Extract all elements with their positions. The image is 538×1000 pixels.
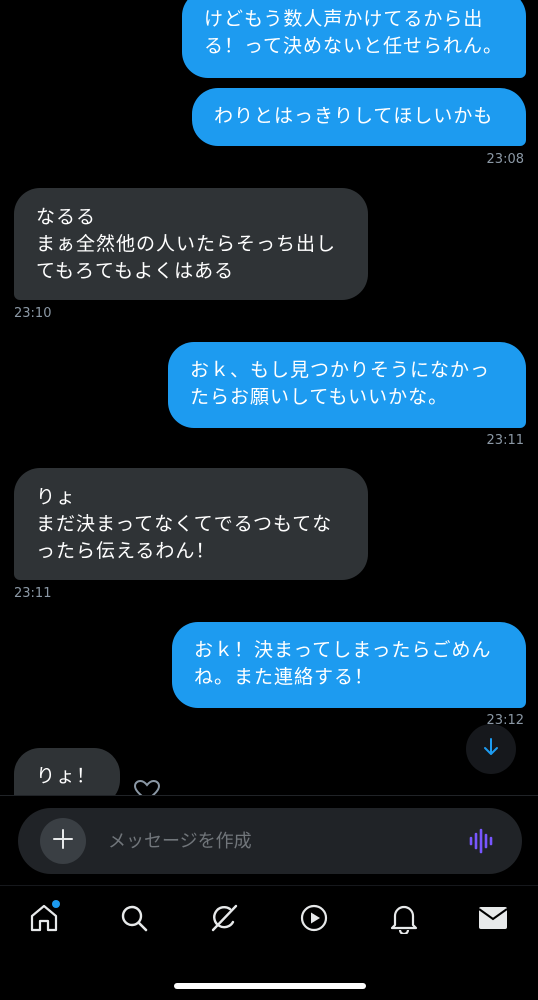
home-indicator (174, 983, 366, 989)
message-incoming[interactable]: りょ！ (14, 748, 120, 795)
message-input[interactable] (108, 822, 448, 860)
voice-message-button[interactable] (468, 827, 496, 859)
message-incoming[interactable]: りょ まだ決まってなくてでるつもてな ったら伝えるわん！ (14, 468, 368, 580)
grok-icon (208, 902, 240, 938)
message-incoming[interactable]: なるる まぁ全然他の人いたらそっち出し てもろてもよくはある (14, 188, 368, 300)
message-timestamp: 23:10 (14, 306, 52, 321)
composer-bar (0, 795, 538, 885)
scroll-to-bottom-button[interactable] (466, 724, 516, 774)
message-outgoing[interactable]: おｋ、もし見つかりそうになかっ たらお願いしてもいいかな。 (168, 342, 526, 428)
bottom-navigation (0, 885, 538, 955)
plus-icon (53, 829, 73, 853)
heart-add-icon[interactable] (132, 778, 162, 795)
message-outgoing[interactable]: わりとはっきりしてほしいかも (192, 88, 526, 146)
arrow-down-icon (482, 737, 500, 761)
message-timestamp: 23:11 (14, 586, 52, 601)
add-media-button[interactable] (40, 818, 86, 864)
tab-notifications[interactable] (384, 902, 424, 938)
mail-icon (477, 905, 509, 935)
message-timestamp: 23:08 (486, 152, 524, 167)
tab-grok[interactable] (204, 902, 244, 938)
bell-icon (389, 902, 419, 938)
notification-dot (52, 900, 60, 908)
tab-messages[interactable] (473, 902, 513, 938)
play-icon (299, 903, 329, 937)
tab-search[interactable] (114, 902, 154, 938)
search-icon (119, 903, 149, 937)
tab-video[interactable] (294, 902, 334, 938)
message-composer (18, 808, 522, 874)
message-outgoing[interactable]: けどもう数人声かけてるから出 る！って決めないと任せられん。 (182, 0, 526, 78)
conversation-thread: けどもう数人声かけてるから出 る！って決めないと任せられん。 わりとはっきりして… (0, 0, 538, 795)
message-outgoing[interactable]: おｋ！決まってしまったらごめん ね。また連絡する！ (172, 622, 526, 708)
audio-wave-icon (468, 828, 496, 859)
message-timestamp: 23:11 (486, 433, 524, 448)
